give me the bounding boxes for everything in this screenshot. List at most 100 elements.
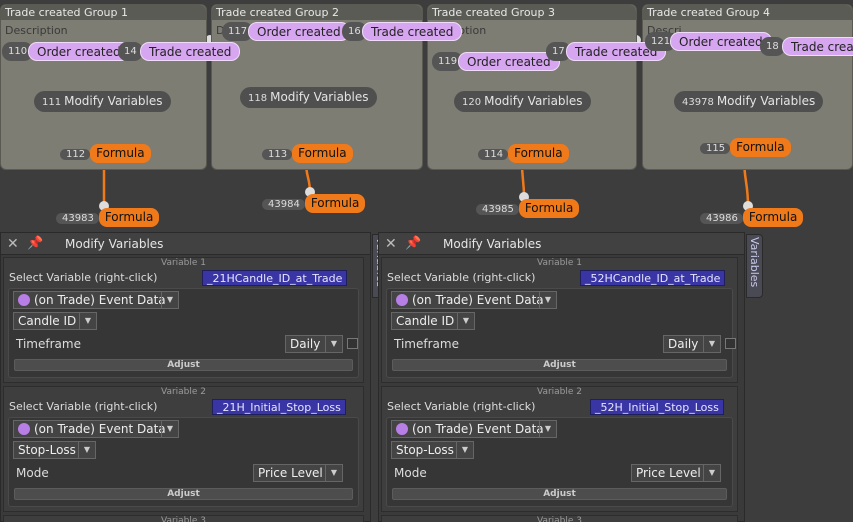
formula-node[interactable]: 114 Formula xyxy=(478,143,569,164)
modify-variables-node[interactable]: 118 Modify Variables xyxy=(240,87,377,108)
node-id: 111 xyxy=(42,97,62,108)
field-dropdown[interactable]: Stop-Loss ▼ xyxy=(391,441,474,459)
node-id: 43978 xyxy=(682,97,714,108)
source-dropdown[interactable]: (on Trade) Event Data ▼ xyxy=(13,420,179,438)
close-icon[interactable]: ✕ xyxy=(385,233,397,255)
variable-header: Variable 2 xyxy=(536,387,583,397)
group-title: Trade created Group 2 xyxy=(212,5,422,20)
formula-label: Formula xyxy=(292,144,353,163)
formula-label: Formula xyxy=(730,138,791,157)
formula-label: Formula xyxy=(304,194,366,213)
formula-label: Formula xyxy=(90,144,151,163)
formula-label: Formula xyxy=(508,144,569,163)
formula-node[interactable]: 43983 Formula xyxy=(56,207,160,228)
variable-name-field[interactable]: _52HCandle_ID_at_Trade xyxy=(580,270,726,286)
source-value: (on Trade) Event Data xyxy=(34,293,166,307)
field-dropdown[interactable]: Candle ID ▼ xyxy=(13,312,97,330)
node-id: 112 xyxy=(60,149,91,160)
event-node-trade-created[interactable]: Trade create xyxy=(782,37,853,56)
event-data-icon xyxy=(396,423,408,435)
event-node-trade-created[interactable]: Trade created xyxy=(140,42,241,61)
pin-icon[interactable]: 📌 xyxy=(405,233,421,255)
variable-section: Variable 1 Select Variable (right-click) _… xyxy=(381,257,738,383)
variables-tab[interactable]: Variables xyxy=(746,234,763,298)
node-id: 43986 xyxy=(700,213,743,224)
event-data-icon xyxy=(18,423,30,435)
chevron-down-icon: ▼ xyxy=(703,336,720,352)
close-icon[interactable]: ✕ xyxy=(7,233,19,255)
modify-variables-node[interactable]: 43978 Modify Variables xyxy=(674,91,824,112)
select-variable-row: Select Variable (right-click) _21H_Initia… xyxy=(4,398,363,416)
formula-node[interactable]: 43985 Formula xyxy=(476,198,580,219)
select-variable-label: Select Variable (right-click) xyxy=(387,271,536,284)
panel-title: Modify Variables xyxy=(65,237,164,251)
variable-header: Variable 3 xyxy=(536,516,583,522)
field-dropdown[interactable]: Candle ID ▼ xyxy=(391,312,475,330)
param-dropdown[interactable]: Price Level ▼ xyxy=(631,464,721,482)
formula-node[interactable]: 112 Formula xyxy=(60,143,151,164)
param-label: Timeframe xyxy=(394,337,459,351)
node-id: 115 xyxy=(700,143,731,154)
panel-title: Modify Variables xyxy=(443,237,542,251)
select-variable-label: Select Variable (right-click) xyxy=(9,271,158,284)
variable-section: Variable 2 Select Variable (right-click) _… xyxy=(381,386,738,512)
variable-name-field[interactable]: _21H_Initial_Stop_Loss xyxy=(212,399,346,415)
node-id: 43984 xyxy=(262,199,305,210)
variable-header: Variable 2 xyxy=(160,387,207,397)
param-label: Mode xyxy=(394,466,427,480)
event-node-order-created[interactable]: Order created xyxy=(28,42,130,61)
formula-node[interactable]: 43986 Formula xyxy=(700,207,804,228)
source-value: (on Trade) Event Data xyxy=(34,422,166,436)
chevron-down-icon: ▼ xyxy=(703,465,720,481)
canvas[interactable]: Trade created Group 1 Description Trade cr… xyxy=(0,0,853,522)
formula-node[interactable]: 43984 Formula xyxy=(262,193,366,214)
event-data-icon xyxy=(18,294,30,306)
modify-variables-node[interactable]: 111 Modify Variables xyxy=(34,91,171,112)
group-title: Trade created Group 1 xyxy=(1,5,206,20)
checkbox[interactable] xyxy=(725,338,736,349)
adjust-button[interactable]: Adjust xyxy=(392,488,727,500)
field-dropdown[interactable]: Stop-Loss ▼ xyxy=(13,441,96,459)
chevron-down-icon: ▼ xyxy=(539,292,556,308)
select-variable-row: Select Variable (right-click) _21HCandle_… xyxy=(4,269,363,287)
variable-name-field[interactable]: _21HCandle_ID_at_Trade xyxy=(202,270,348,286)
checkbox[interactable] xyxy=(347,338,358,349)
variable-name-field[interactable]: _52H_Initial_Stop_Loss xyxy=(590,399,724,415)
adjust-button[interactable]: Adjust xyxy=(14,488,353,500)
variable-header: Variable 3 xyxy=(160,516,207,522)
node-label: Modify Variables xyxy=(64,94,163,108)
variable-config: (on Trade) Event Data ▼ Candle ID ▼ Timefram… xyxy=(386,288,736,378)
panel-header: ✕ 📌 Modify Variables xyxy=(1,233,370,255)
variable-section: Variable 1 Select Variable (right-click) _… xyxy=(3,257,364,383)
modify-variables-panel: ✕ 📌 Modify Variables Variable 1 Select Varia… xyxy=(0,232,371,522)
modify-variables-node[interactable]: 120 Modify Variables xyxy=(454,91,591,112)
param-dropdown[interactable]: Price Level ▼ xyxy=(253,464,343,482)
event-node-trade-created[interactable]: Trade created xyxy=(362,22,463,41)
adjust-button[interactable]: Adjust xyxy=(14,359,353,371)
chevron-down-icon: ▼ xyxy=(325,336,342,352)
select-variable-row: Select Variable (right-click) _52H_Initia… xyxy=(382,398,737,416)
node-id: 114 xyxy=(478,149,509,160)
param-dropdown[interactable]: Daily ▼ xyxy=(285,335,343,353)
event-node-order-created[interactable]: Order created xyxy=(248,22,350,41)
source-dropdown[interactable]: (on Trade) Event Data ▼ xyxy=(13,291,179,309)
pin-icon[interactable]: 📌 xyxy=(27,233,43,255)
source-dropdown[interactable]: (on Trade) Event Data ▼ xyxy=(391,420,557,438)
formula-node[interactable]: 113 Formula xyxy=(262,143,353,164)
chevron-down-icon: ▼ xyxy=(539,421,556,437)
event-node-order-created[interactable]: Order created xyxy=(458,52,560,71)
select-variable-label: Select Variable (right-click) xyxy=(387,400,536,413)
chevron-down-icon: ▼ xyxy=(456,442,473,458)
formula-label: Formula xyxy=(98,208,160,227)
param-dropdown[interactable]: Daily ▼ xyxy=(663,335,721,353)
param-value: Daily xyxy=(290,337,321,351)
adjust-button[interactable]: Adjust xyxy=(392,359,727,371)
field-value: Stop-Loss xyxy=(396,443,454,457)
formula-node[interactable]: 115 Formula xyxy=(700,137,791,158)
source-dropdown[interactable]: (on Trade) Event Data ▼ xyxy=(391,291,557,309)
group-title: Trade created Group 4 xyxy=(643,5,852,20)
node-id: 43983 xyxy=(56,213,99,224)
event-node-order-created[interactable]: Order created xyxy=(670,32,772,51)
field-value: Stop-Loss xyxy=(18,443,76,457)
param-label: Mode xyxy=(16,466,49,480)
